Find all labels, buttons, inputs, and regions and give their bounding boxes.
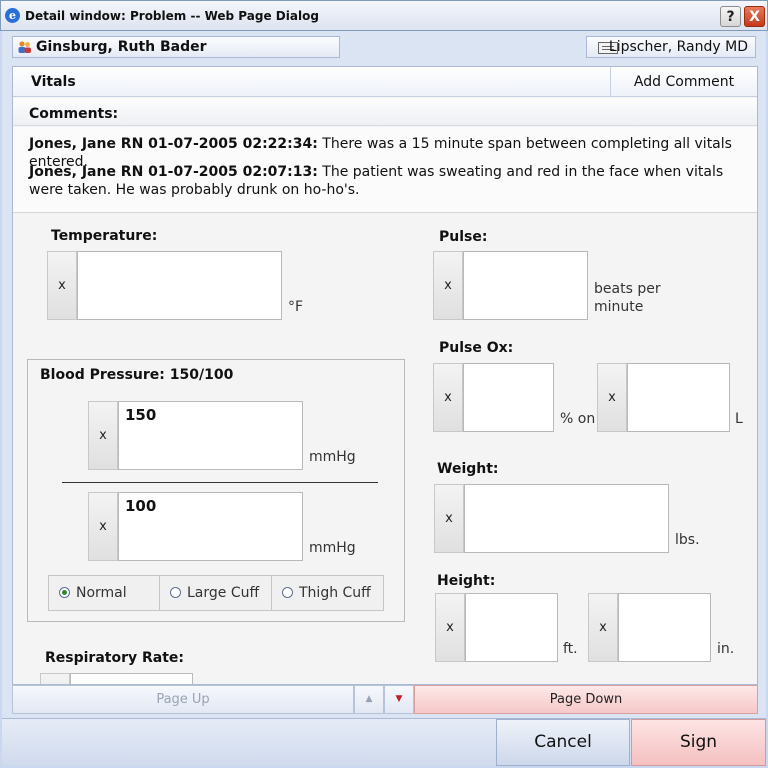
tab-bar: Vitals Add Comment	[13, 67, 757, 97]
height-ft-unit: ft.	[563, 641, 578, 657]
pulse-clear-button[interactable]: x	[433, 251, 463, 320]
vitals-panel: Vitals Add Comment Comments: Jones, Jane…	[12, 66, 758, 685]
close-button[interactable]: X	[744, 6, 765, 27]
tab-vitals[interactable]: Vitals	[31, 74, 76, 90]
radio-selected-icon	[59, 587, 70, 598]
height-ft-clear-button[interactable]: x	[435, 593, 465, 662]
height-in-input[interactable]	[618, 593, 711, 662]
weight-unit: lbs.	[675, 532, 700, 548]
scroll-down-icon[interactable]: ▼	[384, 685, 414, 714]
radio-icon	[282, 587, 293, 598]
patient-name: Ginsburg, Ruth Bader	[36, 39, 207, 55]
title-bar: e Detail window: Problem -- Web Page Dia…	[0, 0, 768, 31]
page-up-button[interactable]: Page Up	[12, 685, 354, 714]
bp-divider	[62, 482, 378, 483]
height-in-clear-button[interactable]: x	[588, 593, 618, 662]
respiratory-rate-clear-button[interactable]: x	[40, 673, 70, 684]
systolic-unit: mmHg	[309, 449, 356, 465]
cuff-size-group: Normal Large Cuff Thigh Cuff	[48, 575, 384, 611]
diastolic-input[interactable]: 100	[118, 492, 303, 561]
scroll-up-icon[interactable]: ▲	[354, 685, 384, 714]
oxygen-flow-unit: L	[735, 411, 743, 427]
diastolic-unit: mmHg	[309, 540, 356, 556]
comments-list: Jones, Jane RN 01-07-2005 02:22:34: Ther…	[13, 127, 757, 213]
height-in-unit: in.	[717, 641, 735, 657]
pulse-ox-percent-input[interactable]	[463, 363, 554, 432]
comments-label: Comments:	[29, 106, 119, 122]
systolic-clear-button[interactable]: x	[88, 401, 118, 470]
respiratory-rate-input[interactable]	[70, 673, 193, 684]
respiratory-rate-label: Respiratory Rate:	[45, 650, 185, 666]
sign-button[interactable]: Sign	[631, 719, 766, 766]
comment-author: Jones, Jane RN 01-07-2005 02:07:13:	[29, 164, 318, 180]
pulse-input[interactable]	[463, 251, 588, 320]
weight-clear-button[interactable]: x	[434, 484, 464, 553]
pulse-label: Pulse:	[439, 229, 488, 245]
pulse-ox-label: Pulse Ox:	[439, 340, 514, 356]
comment-item: Jones, Jane RN 01-07-2005 02:07:13: The …	[29, 163, 755, 199]
help-button[interactable]: ?	[720, 6, 741, 27]
ie-logo-icon: e	[5, 8, 20, 23]
oxygen-flow-clear-button[interactable]: x	[597, 363, 627, 432]
patient-icon	[18, 41, 31, 53]
window-title: Detail window: Problem -- Web Page Dialo…	[25, 9, 319, 23]
pulse-unit: beats per minute	[594, 281, 661, 315]
oxygen-flow-input[interactable]	[627, 363, 730, 432]
cuff-thigh-option[interactable]: Thigh Cuff	[272, 576, 383, 610]
diastolic-clear-button[interactable]: x	[88, 492, 118, 561]
pager: Page Up ▲ ▼ Page Down	[12, 685, 758, 714]
blood-pressure-label: Blood Pressure: 150/100	[40, 367, 234, 383]
patient-header: Ginsburg, Ruth Bader	[12, 36, 340, 58]
height-ft-input[interactable]	[465, 593, 558, 662]
cuff-normal-option[interactable]: Normal	[49, 576, 160, 610]
page-down-button[interactable]: Page Down	[414, 685, 758, 714]
cuff-option-label: Thigh Cuff	[299, 585, 371, 601]
temperature-clear-button[interactable]: x	[47, 251, 77, 320]
provider-header[interactable]: Lipscher, Randy MD	[586, 36, 756, 58]
comment-author: Jones, Jane RN 01-07-2005 02:22:34:	[29, 136, 318, 152]
cuff-large-option[interactable]: Large Cuff	[160, 576, 272, 610]
cuff-option-label: Large Cuff	[187, 585, 260, 601]
cancel-button[interactable]: Cancel	[496, 719, 630, 766]
add-comment-button[interactable]: Add Comment	[610, 67, 757, 97]
weight-input[interactable]	[464, 484, 669, 553]
provider-name: Lipscher, Randy MD	[608, 39, 748, 55]
cuff-option-label: Normal	[76, 585, 127, 601]
pulse-ox-percent-unit: % on	[560, 411, 596, 427]
temperature-label: Temperature:	[51, 228, 158, 244]
comments-header: Comments:	[13, 98, 757, 126]
temperature-input[interactable]	[77, 251, 282, 320]
radio-icon	[170, 587, 181, 598]
weight-label: Weight:	[437, 461, 499, 477]
systolic-input[interactable]: 150	[118, 401, 303, 470]
blood-pressure-group: Blood Pressure: 150/100 x 150 mmHg x 100…	[27, 359, 405, 622]
temperature-unit: °F	[288, 299, 304, 315]
pulse-ox-clear-button[interactable]: x	[433, 363, 463, 432]
height-label: Height:	[437, 573, 496, 589]
